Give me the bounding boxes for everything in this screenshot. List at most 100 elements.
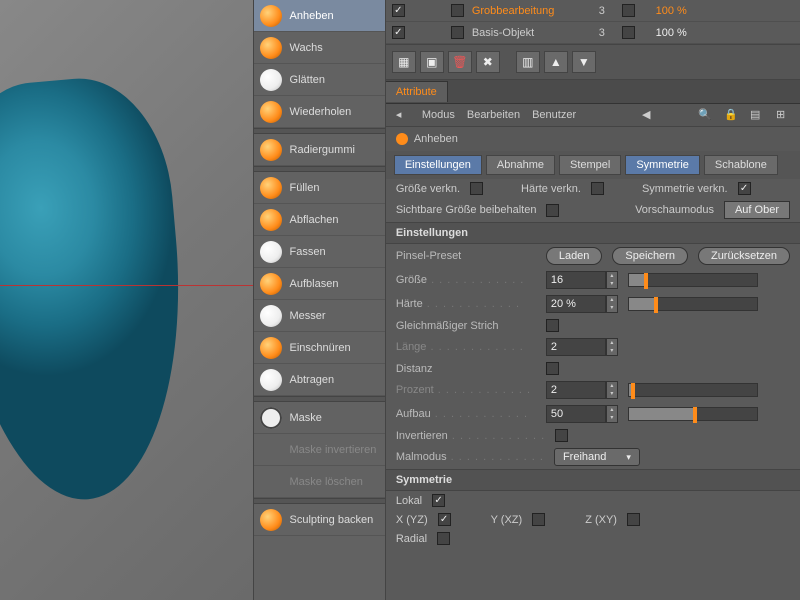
preset-row: Pinsel-Preset Laden Speichern Zurücksetz… — [386, 244, 800, 268]
subtab-einstellungen[interactable]: Einstellungen — [394, 155, 482, 175]
checkbox-y-xz[interactable] — [532, 513, 545, 526]
tool-wiederholen[interactable]: Wiederholen — [254, 96, 385, 128]
checkbox-distance[interactable] — [546, 362, 559, 375]
tool-label: Maske — [290, 412, 322, 424]
hardness-field[interactable]: ▴▾ — [546, 295, 618, 313]
save-button[interactable]: Speichern — [612, 247, 688, 265]
paintmode-row: Malmodus Freihand▾ — [386, 445, 800, 469]
subdivide-up-icon[interactable]: ▲ — [544, 51, 568, 73]
percent-slider[interactable] — [628, 383, 758, 397]
tool-label: Einschnüren — [290, 342, 351, 354]
checkbox-radial[interactable] — [437, 532, 450, 545]
label-size-link: Größe verkn. — [396, 183, 460, 195]
tool-wachs[interactable]: Wachs — [254, 32, 385, 64]
bake-icon[interactable]: ▥ — [516, 51, 540, 73]
checkbox-even-stroke[interactable] — [546, 319, 559, 332]
label-keep-visible-size: Sichtbare Größe beibehalten — [396, 204, 537, 216]
checkbox-x-yz[interactable]: ✓ — [438, 513, 451, 526]
label-z-xy: Z (XY) — [585, 514, 617, 526]
tool-füllen[interactable]: Füllen — [254, 172, 385, 204]
tool-label: Fassen — [290, 246, 326, 258]
size-slider[interactable] — [628, 273, 758, 287]
expand-icon[interactable]: ⊞ — [776, 108, 790, 122]
tool-maske[interactable]: Maske — [254, 402, 385, 434]
layer-lock-checkbox[interactable] — [622, 4, 635, 17]
object-name: Anheben — [414, 133, 458, 145]
subdivide-down-icon[interactable]: ▼ — [572, 51, 596, 73]
layer-visible-checkbox[interactable]: ✓ — [392, 4, 405, 17]
visible-row: Sichtbare Größe beibehalten Vorschaumodu… — [386, 198, 800, 222]
layer-row[interactable]: ✓Basis-Objekt3100 % — [386, 22, 800, 44]
tool-label: Wiederholen — [290, 106, 352, 118]
checkbox-keep-visible-size[interactable] — [546, 204, 559, 217]
tool-fassen[interactable]: Fassen — [254, 236, 385, 268]
checkbox-hard-link[interactable] — [591, 182, 604, 195]
section-symmetrie: Symmetrie — [386, 469, 800, 491]
tool-icon — [260, 139, 282, 161]
reset-button[interactable]: Zurücksetzen — [698, 247, 790, 265]
settings-icon[interactable]: ▤ — [750, 108, 764, 122]
tool-anheben[interactable]: Anheben — [254, 0, 385, 32]
tool-label: Radiergummi — [290, 144, 355, 156]
subtab-schablone[interactable]: Schablone — [704, 155, 778, 175]
add-layer-icon[interactable]: ▦ — [392, 51, 416, 73]
label-paintmode: Malmodus — [396, 451, 544, 463]
link-row: Größe verkn. Härte verkn. Symmetrie verk… — [386, 179, 800, 198]
size-field[interactable]: ▴▾ — [546, 271, 618, 289]
label-preview-mode: Vorschaumodus — [635, 204, 714, 216]
length-field[interactable]: ▴▾ — [546, 338, 618, 356]
subtab-stempel[interactable]: Stempel — [559, 155, 621, 175]
clear-layer-icon[interactable]: ✖ — [476, 51, 500, 73]
checkbox-invert[interactable] — [555, 429, 568, 442]
tool-label: Sculpting backen — [290, 514, 374, 526]
preview-mode-button[interactable]: Auf Ober — [724, 201, 790, 219]
checkbox-sym-link[interactable]: ✓ — [738, 182, 751, 195]
tool-radiergummi[interactable]: Radiergummi — [254, 134, 385, 166]
checkbox-z-xy[interactable] — [627, 513, 640, 526]
tool-glätten[interactable]: Glätten — [254, 64, 385, 96]
percent-field[interactable]: ▴▾ — [546, 381, 618, 399]
tab-attribute[interactable]: Attribute — [386, 81, 448, 102]
tool-einschnüren[interactable]: Einschnüren — [254, 332, 385, 364]
tool-label: Füllen — [290, 182, 320, 194]
paintmode-select[interactable]: Freihand▾ — [554, 448, 640, 466]
tool-sculpting-backen[interactable]: Sculpting backen — [254, 504, 385, 536]
load-button[interactable]: Laden — [546, 247, 603, 265]
delete-layer-icon[interactable]: 🗑 — [448, 51, 472, 73]
tool-aufblasen[interactable]: Aufblasen — [254, 268, 385, 300]
layer-lock-checkbox[interactable] — [622, 26, 635, 39]
add-folder-icon[interactable]: ▣ — [420, 51, 444, 73]
buildup-row: Aufbau ▴▾ — [386, 402, 800, 426]
lock-icon[interactable]: 🔒 — [724, 108, 738, 122]
menu-bearbeiten[interactable]: Bearbeiten — [467, 109, 520, 121]
viewport-3d[interactable] — [0, 0, 253, 600]
checkbox-local[interactable]: ✓ — [432, 494, 445, 507]
layer-solo-checkbox[interactable] — [451, 4, 464, 17]
label-invert: Invertieren — [396, 430, 545, 442]
subtab-symmetrie[interactable]: Symmetrie — [625, 155, 700, 175]
tool-messer[interactable]: Messer — [254, 300, 385, 332]
search-icon[interactable]: 🔍 — [698, 108, 712, 122]
checkbox-size-link[interactable] — [470, 182, 483, 195]
tool-maske-löschen[interactable]: Maske löschen — [254, 466, 385, 498]
tool-label: Maske löschen — [290, 476, 363, 488]
menu-modus[interactable]: Modus — [422, 109, 455, 121]
layer-list: ✓Grobbearbeitung3100 %✓Basis-Objekt3100 … — [386, 0, 800, 44]
label-x-yz: X (YZ) — [396, 514, 428, 526]
layer-visible-checkbox[interactable]: ✓ — [392, 26, 405, 39]
menu-benutzer[interactable]: Benutzer — [532, 109, 576, 121]
buildup-slider[interactable] — [628, 407, 758, 421]
label-length: Länge — [396, 341, 536, 353]
tool-abflachen[interactable]: Abflachen — [254, 204, 385, 236]
hardness-slider[interactable] — [628, 297, 758, 311]
layer-solo-checkbox[interactable] — [451, 26, 464, 39]
tool-icon — [260, 509, 282, 531]
history-icon[interactable]: ◀ — [642, 108, 656, 122]
tool-abtragen[interactable]: Abtragen — [254, 364, 385, 396]
buildup-field[interactable]: ▴▾ — [546, 405, 618, 423]
layer-row[interactable]: ✓Grobbearbeitung3100 % — [386, 0, 800, 22]
tool-icon — [260, 241, 282, 263]
subtab-abnahme[interactable]: Abnahme — [486, 155, 555, 175]
tool-maske-invertieren[interactable]: Maske invertieren — [254, 434, 385, 466]
prev-icon[interactable]: ◂ — [396, 108, 410, 122]
